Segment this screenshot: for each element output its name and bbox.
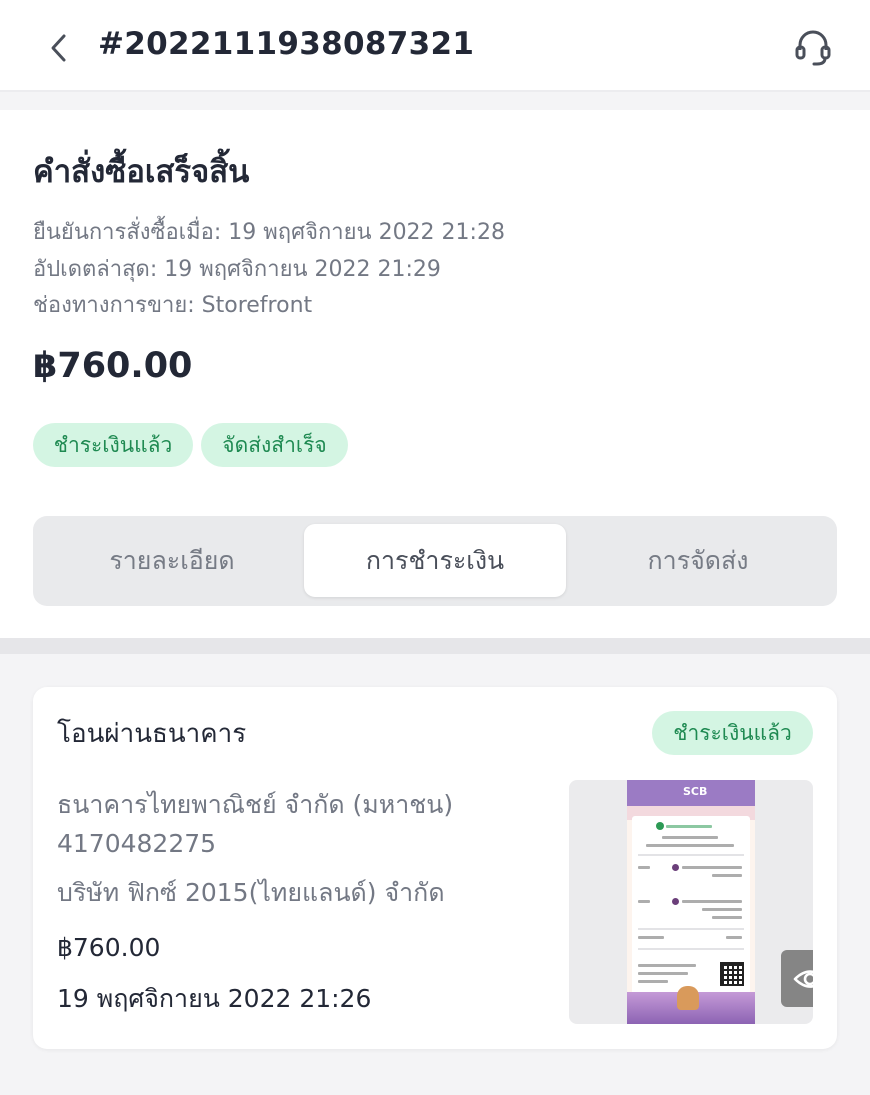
payment-card: โอนผ่านธนาคาร ชำระเงินแล้ว ธนาคารไทยพาณิ… xyxy=(33,687,837,1049)
slip-divider xyxy=(638,854,744,856)
slip-line xyxy=(638,900,650,903)
slip-line xyxy=(638,866,650,869)
payment-status-badge: ชำระเงินแล้ว xyxy=(652,711,813,755)
chevron-left-icon xyxy=(51,34,66,62)
eye-icon xyxy=(793,969,813,988)
view-slip-button[interactable] xyxy=(781,950,813,1007)
tab-details[interactable]: รายละเอียด xyxy=(41,524,303,597)
slip-line xyxy=(666,825,712,828)
slip-body xyxy=(632,816,750,996)
tab-payment[interactable]: การชำระเงิน xyxy=(304,524,566,597)
slip-line xyxy=(702,908,742,911)
delivered-status-badge: จัดส่งสำเร็จ xyxy=(201,423,348,467)
slip-line xyxy=(682,866,742,869)
slip-line xyxy=(712,874,742,877)
slip-line xyxy=(638,936,664,939)
bank-name: ธนาคารไทยพาณิชย์ จำกัด (มหาชน) xyxy=(57,790,454,819)
section-divider xyxy=(0,638,870,654)
order-status-title: คำสั่งซื้อเสร็จสิ้น xyxy=(33,154,250,190)
qr-code-icon xyxy=(720,962,744,986)
slip-avatar xyxy=(672,898,679,905)
order-number: #2022111938087321 xyxy=(98,26,475,62)
slip-divider xyxy=(638,928,744,930)
slip-line xyxy=(646,844,734,847)
slip-avatar xyxy=(672,864,679,871)
slip-line xyxy=(638,972,688,975)
transfer-slip-thumbnail[interactable]: SCB xyxy=(569,780,813,1024)
order-total: ฿760.00 xyxy=(33,346,193,386)
support-button[interactable] xyxy=(790,24,836,70)
slip-line xyxy=(638,980,668,983)
transfer-slip-image: SCB xyxy=(627,780,755,1024)
slip-line xyxy=(638,964,696,967)
slip-line xyxy=(712,916,742,919)
confirmed-at: ยืนยันการสั่งซื้อเมื่อ: 19 พฤศจิกายน 202… xyxy=(33,220,505,245)
order-summary: คำสั่งซื้อเสร็จสิ้น ยืนยันการสั่งซื้อเมื… xyxy=(0,110,870,638)
slip-bank-logo: SCB xyxy=(683,785,708,798)
mascot-illustration xyxy=(677,986,699,1010)
slip-line xyxy=(682,900,742,903)
payment-date: 19 พฤศจิกายน 2022 21:26 xyxy=(57,984,372,1013)
slip-line xyxy=(726,936,742,939)
paid-status-badge: ชำระเงินแล้ว xyxy=(33,423,193,467)
slip-line xyxy=(662,836,718,839)
payment-amount: ฿760.00 xyxy=(57,933,161,962)
tab-shipping[interactable]: การจัดส่ง xyxy=(567,524,829,597)
top-bar: #2022111938087321 xyxy=(0,0,870,92)
sales-channel: ช่องทางการขาย: Storefront xyxy=(33,293,313,318)
account-number: 4170482275 xyxy=(57,829,217,858)
slip-divider xyxy=(638,948,744,950)
slip-header: SCB xyxy=(627,780,755,806)
payment-method: โอนผ่านธนาคาร xyxy=(57,719,247,749)
account-name: บริษัท ฟิกซ์ 2015(ไทยแลนด์) จำกัด xyxy=(57,878,445,907)
back-button[interactable] xyxy=(44,30,72,66)
headset-icon xyxy=(795,30,831,66)
check-circle-icon xyxy=(656,822,664,830)
tab-bar: รายละเอียด การชำระเงิน การจัดส่ง xyxy=(33,516,837,606)
updated-at: อัปเดตล่าสุด: 19 พฤศจิกายน 2022 21:29 xyxy=(33,257,441,282)
